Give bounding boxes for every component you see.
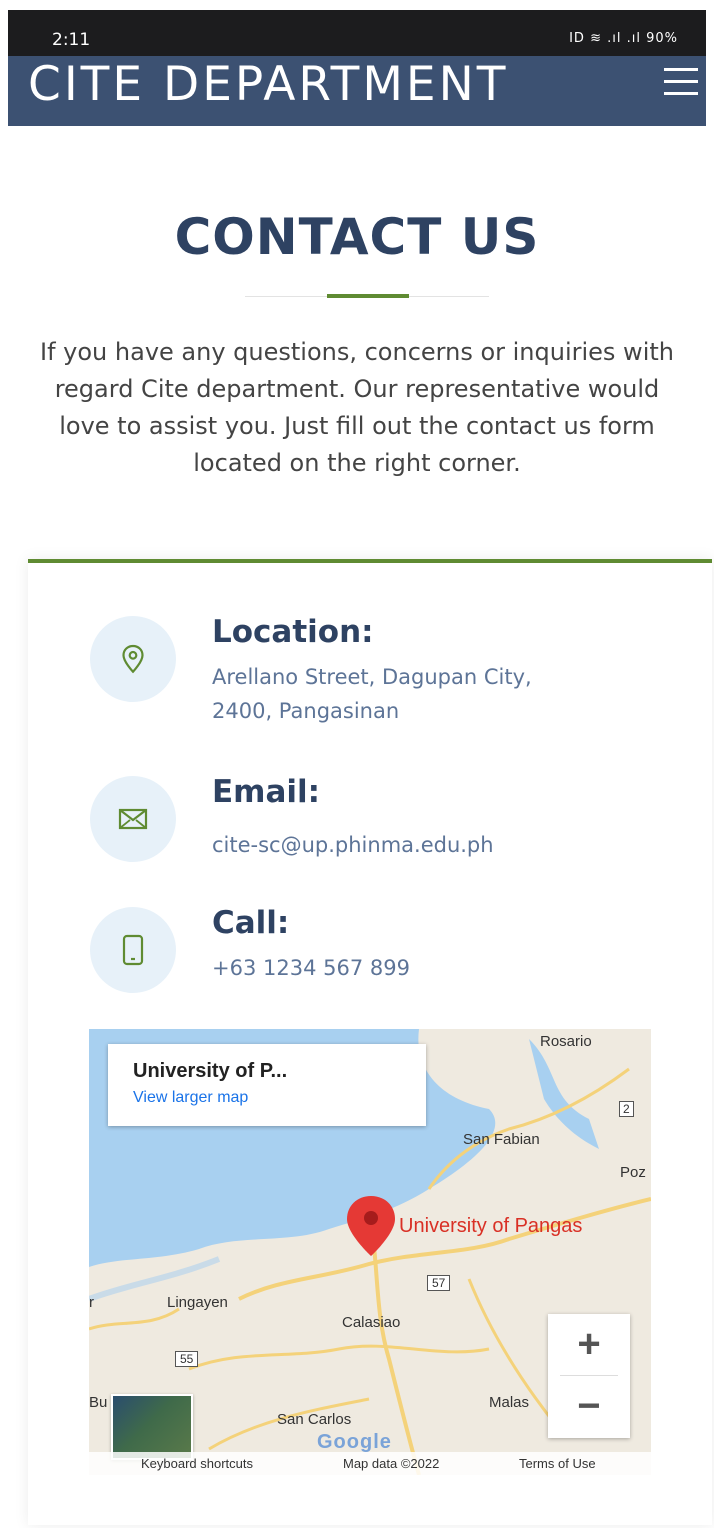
zoom-out-button[interactable]: − [548,1376,630,1437]
map-label-malas: Malas [489,1394,530,1411]
status-bar: 2:11 ID ≋ .ıl .ıl 90% [8,10,706,56]
map-label-poz: Poz [620,1164,646,1181]
google-logo: Google [317,1431,392,1453]
zoom-controls: + − [548,1314,630,1438]
brand-title[interactable]: CITE DEPARTMENT [28,58,508,112]
contact-info-card: Location: Arellano Street, Dagupan City,… [28,559,712,1525]
map-label-rosario: Rosario [540,1033,592,1050]
terms-of-use-link[interactable]: Terms of Use [519,1456,596,1471]
route-55-shield: 55 [175,1351,199,1367]
map-label-lingayen: Lingayen [167,1294,228,1311]
map-pin-icon [90,616,176,702]
intro-text: If you have any questions, concerns or i… [40,338,674,477]
battery-level: 90% [646,31,678,46]
email-heading: Email: [212,774,321,810]
map-label-san-fabian: San Fabian [463,1131,540,1148]
title-accent-bar [327,294,409,298]
map-label-bu: Bu [89,1394,108,1411]
envelope-icon [90,776,176,862]
map-pin-label[interactable]: University of Pangas [399,1215,582,1238]
status-time: 2:11 [52,30,91,50]
location-heading: Location: [212,614,374,650]
call-heading: Call: [212,905,290,941]
signal-icons: ID ≋ .ıl .ıl [569,31,641,46]
phone-icon [90,907,176,993]
keyboard-shortcuts-link[interactable]: Keyboard shortcuts [141,1456,253,1471]
phone-number[interactable]: +63 1234 567 899 [212,951,410,985]
place-title: University of P... [133,1060,288,1082]
email-address[interactable]: cite-sc@up.phinma.edu.ph [212,828,494,862]
embedded-map[interactable]: Rosario San Fabian Poz University of Pan… [89,1029,651,1475]
route-2-shield: 2 [619,1101,634,1117]
place-card: University of P... View larger map [108,1044,426,1126]
status-icons: ID ≋ .ıl .ıl 90% [569,31,678,46]
zoom-in-button[interactable]: + [548,1314,630,1375]
page-title: CONTACT US [174,208,540,266]
route-57-shield: 57 [427,1275,451,1291]
map-label-r: r [89,1294,94,1311]
map-label-calasiao: Calasiao [342,1314,401,1331]
map-label-san-carlos: San Carlos [277,1411,352,1428]
top-navbar: CITE DEPARTMENT [8,56,706,126]
location-line-2: 2400, Pangasinan [212,699,400,723]
view-larger-map-link[interactable]: View larger map [133,1089,248,1107]
map-footer: Keyboard shortcuts Map data ©2022 Terms … [89,1452,651,1475]
hamburger-menu-icon[interactable] [664,68,698,98]
map-data-text: Map data ©2022 [343,1456,440,1471]
location-line-1: Arellano Street, Dagupan City, [212,665,532,689]
satellite-toggle-thumbnail[interactable] [111,1394,193,1460]
